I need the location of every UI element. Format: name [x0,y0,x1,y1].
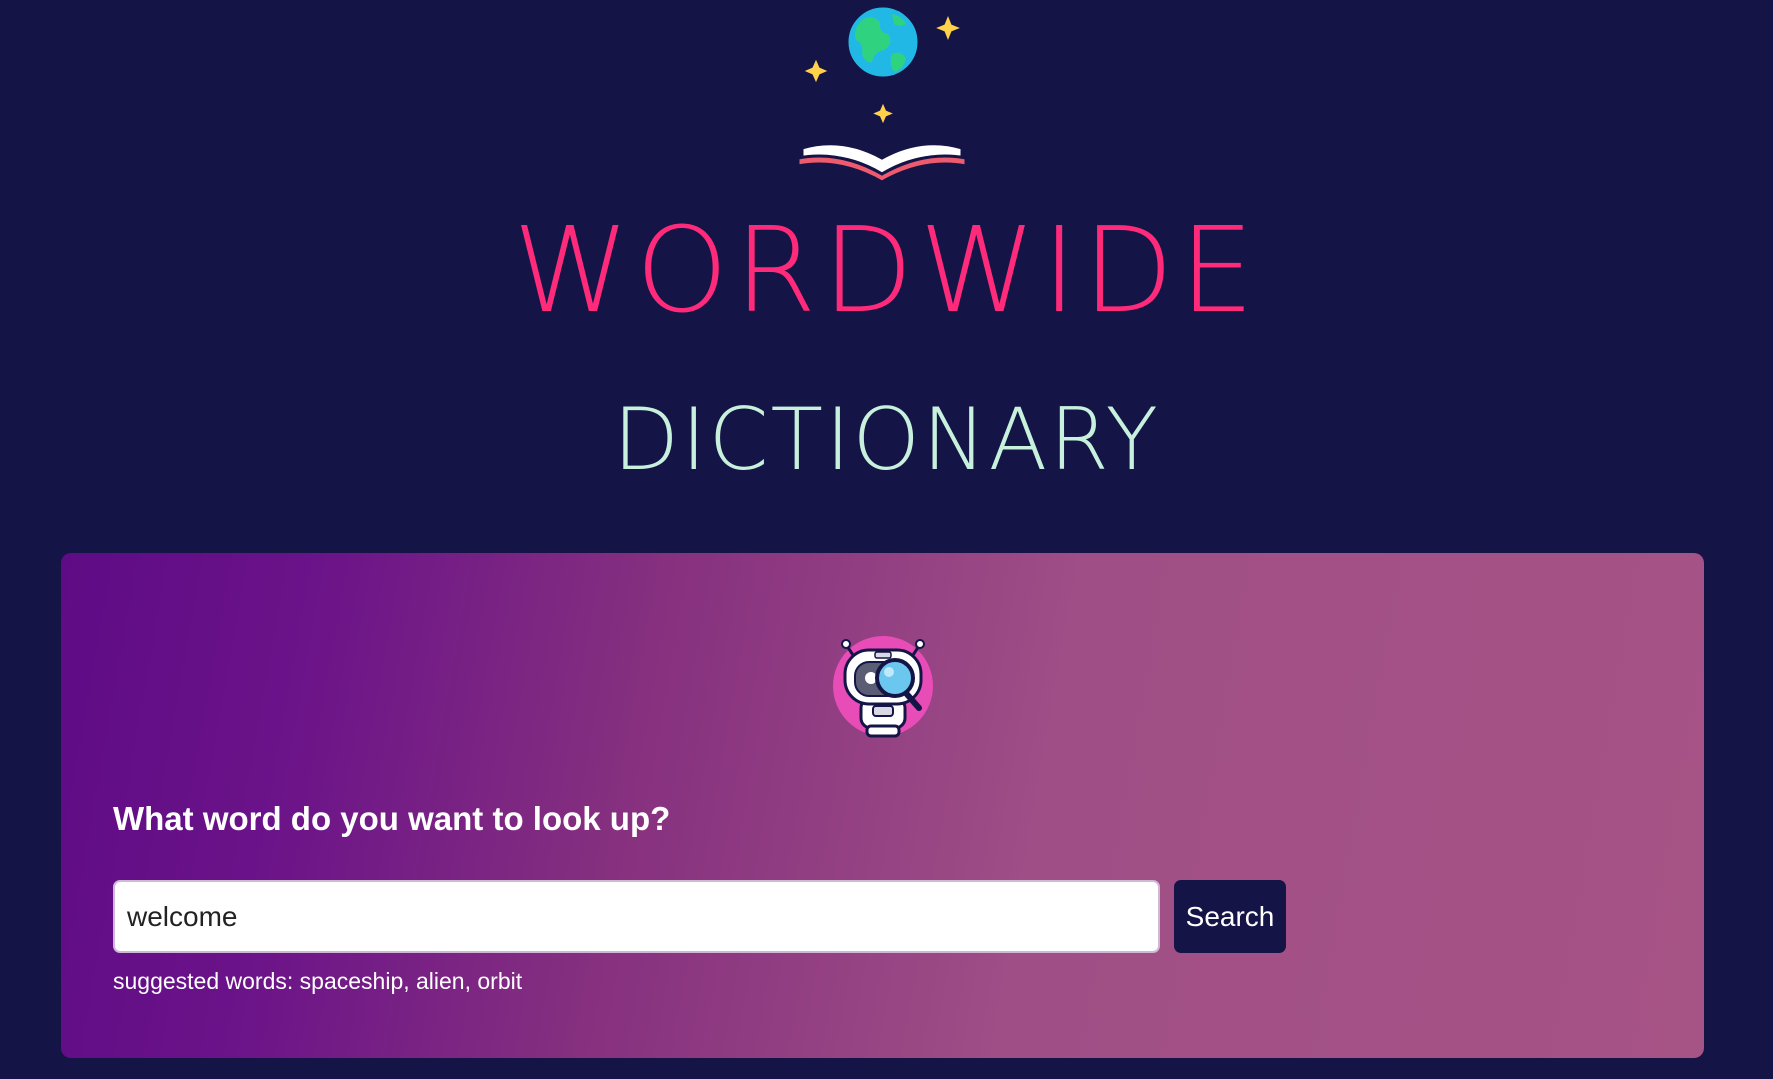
page: WORDWIDE DICTIONARY What word do you wan… [0,0,1773,1079]
app-title: WORDWIDE [512,201,1261,339]
app-subtitle: DICTIONARY [612,390,1161,490]
search-input[interactable] [113,880,1160,953]
search-button[interactable]: Search [1174,880,1286,953]
search-prompt: What word do you want to look up? [113,800,671,837]
suggested-words: suggested words: spaceship, alien, orbit [113,968,523,994]
book-globe-icon [796,4,968,184]
robot-magnifier-icon [833,636,933,738]
